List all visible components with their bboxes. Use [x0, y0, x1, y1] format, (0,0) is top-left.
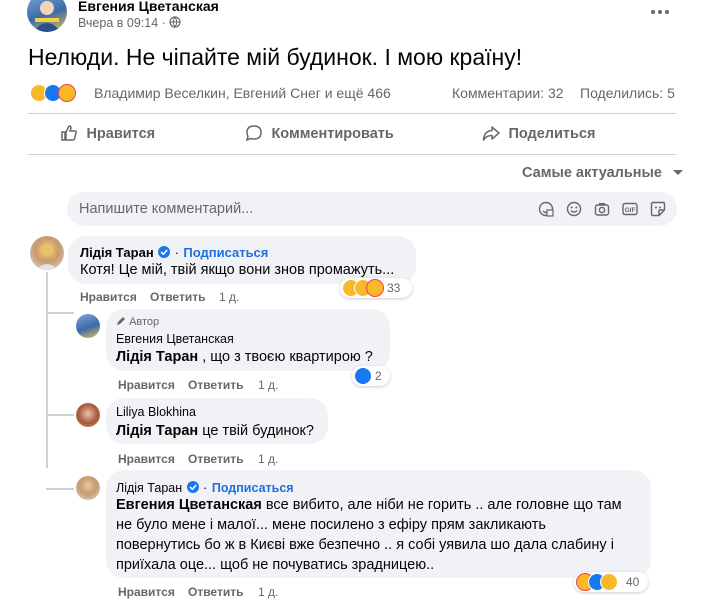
- comment-button[interactable]: Комментировать: [245, 124, 394, 144]
- post-text: Нелюди. Не чіпайте мій будинок. І мою кр…: [28, 44, 523, 70]
- reply-text-line3: повернутись бо ж в Києві вже безпечно ..…: [116, 537, 614, 553]
- reply-time[interactable]: 1 д.: [258, 585, 278, 599]
- comment-time[interactable]: 1 д.: [219, 290, 239, 304]
- reply-author[interactable]: Liliya Blokhina: [116, 405, 196, 419]
- divider-bottom: [28, 154, 676, 155]
- reply-bubble: Liliya Blokhina Лідія Таран це твій буди…: [106, 398, 328, 444]
- reply-bubble: Автор Евгения Цветанская Лідія Таран , щ…: [106, 309, 390, 371]
- like-button-label: Нравится: [86, 126, 156, 142]
- comment-input-placeholder: Напишите комментарий...: [79, 201, 254, 217]
- more-horizontal-icon[interactable]: [650, 4, 670, 14]
- follow-link[interactable]: Подписаться: [183, 245, 268, 260]
- reply-author[interactable]: Лідія Таран: [116, 481, 182, 495]
- reply-text-line1: все вибито, але ніби не горить .. але го…: [261, 497, 622, 513]
- thumbs-up-icon: [61, 125, 77, 141]
- reply-time[interactable]: 1 д.: [258, 378, 278, 392]
- pencil-icon: [117, 317, 125, 325]
- thread-line: [46, 272, 48, 468]
- like-reaction-icon: [354, 367, 372, 385]
- comment-text: Котя! Це мій, твій якщо вони знов промаж…: [80, 262, 395, 278]
- reactions-count: 33: [387, 281, 401, 295]
- sticker-icon[interactable]: [650, 201, 666, 217]
- thread-branch: [46, 488, 74, 490]
- avatar-photo-icon: [33, 1, 61, 32]
- thread-branch: [46, 414, 74, 416]
- follow-link[interactable]: Подписаться: [212, 481, 294, 495]
- comments-count[interactable]: Комментарии: 32: [452, 85, 564, 101]
- verified-badge-icon: [186, 481, 199, 493]
- avatar-sticker-icon[interactable]: [538, 201, 554, 217]
- separator-dot: ·: [203, 480, 208, 495]
- reply-avatar[interactable]: [76, 476, 100, 500]
- gif-icon[interactable]: GIF: [622, 201, 638, 217]
- reply-author[interactable]: Евгения Цветанская: [116, 332, 234, 346]
- comment-avatar[interactable]: [30, 236, 64, 270]
- post-timestamp[interactable]: Вчера в 09:14 ·: [78, 16, 181, 30]
- shares-count[interactable]: Поделились: 5: [580, 85, 675, 101]
- comments-sort-dropdown[interactable]: Самые актуальные: [522, 164, 684, 182]
- share-arrow-icon: [482, 126, 500, 141]
- comment-like-button[interactable]: Нравится: [80, 290, 137, 304]
- sad-reaction-icon: [600, 573, 618, 591]
- mention-link[interactable]: Евгения Цветанская: [116, 497, 262, 513]
- post-author-name[interactable]: Евгения Цветанская: [78, 0, 219, 14]
- reply-bubble: Лідія Таран · Подписаться Евгения Цветан…: [106, 470, 651, 578]
- comment-bubble-icon: [245, 125, 262, 142]
- globe-icon: [169, 16, 181, 28]
- separator-dot: ·: [161, 16, 166, 30]
- emoji-icon[interactable]: [566, 201, 582, 217]
- reactions-count: 2: [375, 369, 382, 383]
- reply-text: це твій будинок?: [198, 423, 314, 439]
- comment-button-label: Комментировать: [271, 126, 394, 142]
- camera-icon[interactable]: [594, 201, 610, 217]
- share-button[interactable]: Поделиться: [482, 124, 595, 144]
- share-button-label: Поделиться: [508, 126, 596, 142]
- reply-like-button[interactable]: Нравится: [118, 585, 175, 599]
- like-button[interactable]: Нравится: [60, 124, 155, 144]
- reply-reactions[interactable]: 2: [352, 366, 390, 386]
- comment-reactions[interactable]: 33: [340, 278, 412, 298]
- reply-reply-button[interactable]: Ответить: [188, 452, 243, 466]
- reply-like-button[interactable]: Нравится: [118, 378, 175, 392]
- reply-reactions[interactable]: 40: [574, 572, 648, 592]
- reply-like-button[interactable]: Нравится: [118, 452, 175, 466]
- reply-text-line4: приїхала оце... щоб не почуватись зрадни…: [116, 557, 435, 573]
- comment-bubble: Лідія Таран · Подписаться Котя! Це мій, …: [68, 236, 416, 284]
- composer-avatar: [28, 194, 60, 226]
- reply-reply-button[interactable]: Ответить: [188, 378, 243, 392]
- sort-label: Самые актуальные: [522, 165, 662, 181]
- post-reaction-icons[interactable]: [30, 84, 90, 102]
- post-time[interactable]: Вчера в 09:14: [78, 16, 158, 30]
- mention-link[interactable]: Лідія Таран: [116, 349, 198, 365]
- verified-badge-icon: [158, 246, 171, 258]
- reply-text-line2: не було мене і малої... мене посилено з …: [116, 517, 546, 533]
- reply-time[interactable]: 1 д.: [258, 452, 278, 466]
- comment-input[interactable]: Напишите комментарий... GIF: [67, 192, 677, 226]
- thread-branch: [46, 312, 74, 314]
- care-reaction-icon: [58, 84, 76, 102]
- reply-text: , що з твоєю квартирою ?: [198, 349, 373, 365]
- care-reaction-icon: [366, 279, 384, 297]
- reply-avatar[interactable]: [76, 403, 100, 427]
- avatar-photo-icon: [36, 242, 58, 270]
- separator-dot: ·: [174, 245, 179, 260]
- reply-avatar[interactable]: [76, 314, 100, 338]
- author-badge-label: Автор: [129, 316, 160, 328]
- svg-text:GIF: GIF: [625, 207, 636, 214]
- post-author-avatar[interactable]: [27, 0, 67, 32]
- comment-reply-button[interactable]: Ответить: [150, 290, 205, 304]
- reactions-count: 40: [626, 575, 640, 589]
- comment-author[interactable]: Лідія Таран: [80, 245, 154, 260]
- mention-link[interactable]: Лідія Таран: [116, 423, 198, 439]
- author-badge: Автор: [116, 316, 159, 328]
- reactions-names[interactable]: Владимир Веселкин, Евгений Снег и ещё 46…: [94, 85, 391, 101]
- divider-top: [28, 113, 676, 114]
- reply-reply-button[interactable]: Ответить: [188, 585, 243, 599]
- caret-down-icon: [673, 170, 684, 175]
